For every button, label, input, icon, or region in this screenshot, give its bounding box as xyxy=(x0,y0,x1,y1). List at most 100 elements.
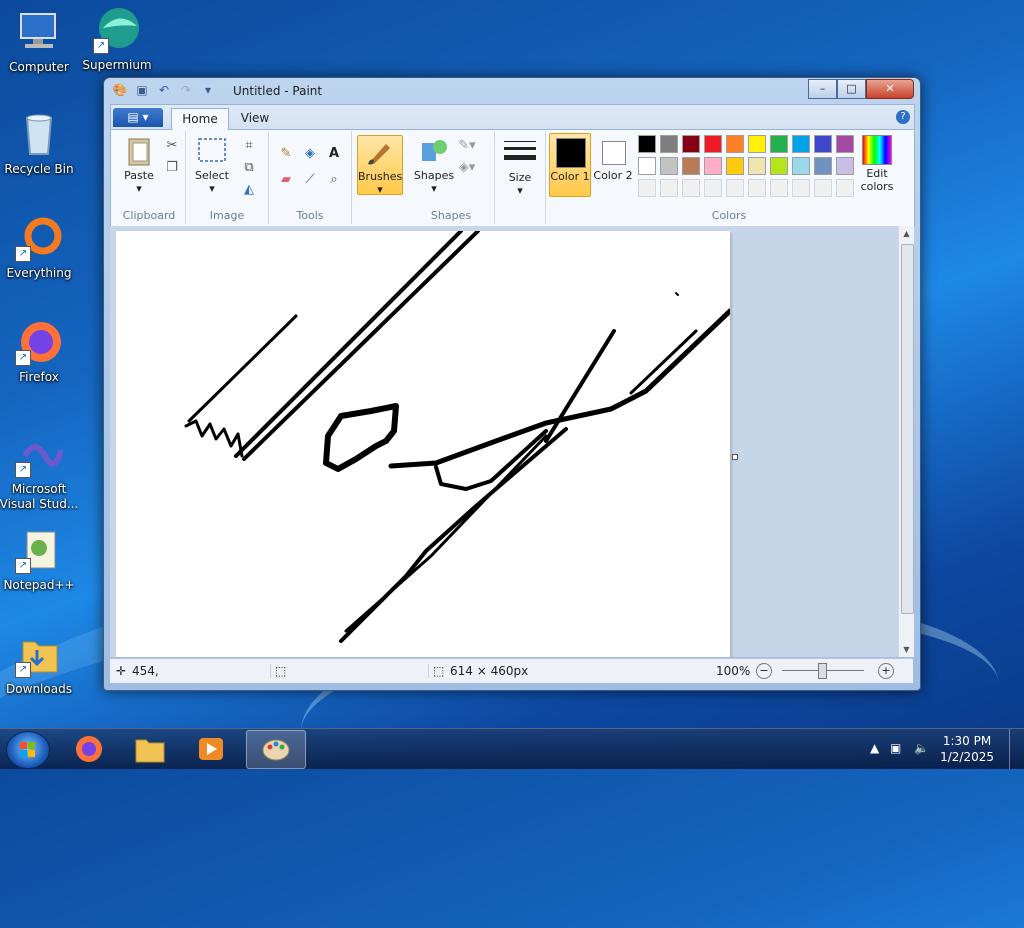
desktop-icon-notepadpp[interactable]: ↗ Notepad++ xyxy=(0,526,81,593)
tab-view[interactable]: View xyxy=(233,108,277,129)
paste-button[interactable]: Paste ▾ xyxy=(119,135,159,195)
taskbar-clock[interactable]: 1:30 PM 1/2/2025 xyxy=(940,733,994,765)
eraser-icon[interactable]: ▰ xyxy=(277,171,295,189)
desktop-icon-visual-studio[interactable]: ↗ Microsoft Visual Stud... xyxy=(0,430,81,512)
palette-swatch[interactable] xyxy=(748,135,766,153)
palette-swatch[interactable] xyxy=(682,179,700,197)
palette-swatch[interactable] xyxy=(726,157,744,175)
network-icon[interactable]: ▣ xyxy=(890,741,901,755)
palette-swatch[interactable] xyxy=(726,135,744,153)
palette-swatch[interactable] xyxy=(792,135,810,153)
vertical-scrollbar[interactable]: ▲ ▼ xyxy=(898,226,914,657)
desktop-icon-supermium[interactable]: ↗ Supermium xyxy=(75,6,159,73)
stroke-line xyxy=(629,329,698,395)
palette-swatch[interactable] xyxy=(638,135,656,153)
desktop-icon-recycle-bin[interactable]: Recycle Bin xyxy=(0,110,81,177)
taskbar-media-player[interactable] xyxy=(182,730,240,767)
desktop-icon-label: Supermium xyxy=(82,58,152,72)
taskbar-paint[interactable] xyxy=(246,730,306,769)
pencil-icon[interactable]: ✎ xyxy=(277,145,295,163)
media-player-icon xyxy=(199,738,223,760)
taskbar-explorer[interactable] xyxy=(121,730,179,767)
palette-swatch[interactable] xyxy=(638,179,656,197)
group-label: Shapes xyxy=(430,209,472,222)
palette-swatch[interactable] xyxy=(748,157,766,175)
color1-button[interactable]: Color 1 xyxy=(549,133,591,197)
help-icon[interactable]: ? xyxy=(896,110,910,124)
palette-swatch[interactable] xyxy=(704,135,722,153)
image-size-icon: ⬚ xyxy=(428,664,444,678)
resize-icon[interactable]: ⧉ xyxy=(240,159,258,177)
select-button[interactable]: Select ▾ xyxy=(192,135,232,195)
palette-swatch[interactable] xyxy=(792,179,810,197)
palette-swatch[interactable] xyxy=(682,157,700,175)
window-title: Untitled - Paint xyxy=(233,84,323,98)
zoom-slider-thumb[interactable] xyxy=(818,663,827,679)
zoom-in-button[interactable]: + xyxy=(878,663,894,679)
copy-icon[interactable]: ❐ xyxy=(163,159,181,177)
scroll-down-icon[interactable]: ▼ xyxy=(899,642,914,657)
maximize-button[interactable]: □ xyxy=(837,79,866,99)
color2-button[interactable]: Color 2 xyxy=(593,133,633,195)
desktop-icon-downloads[interactable]: ↗ Downloads xyxy=(0,630,81,697)
magnifier-icon[interactable]: ⌕ xyxy=(325,171,343,189)
undo-icon[interactable]: ↶ xyxy=(156,82,172,98)
title-bar[interactable]: 🎨 ▣ ↶ ↷ ▾ Untitled - Paint – □ ✕ xyxy=(104,78,920,104)
rotate-icon[interactable]: ◭ xyxy=(240,181,258,199)
stroke-dot xyxy=(675,292,679,296)
canvas-resize-handle[interactable] xyxy=(732,454,738,460)
start-button[interactable] xyxy=(6,731,50,769)
palette-swatch[interactable] xyxy=(792,157,810,175)
palette-swatch[interactable] xyxy=(704,179,722,197)
tab-home[interactable]: Home xyxy=(171,108,229,130)
desktop-icon-label: Microsoft Visual Stud... xyxy=(0,482,79,511)
redo-icon[interactable]: ↷ xyxy=(178,82,194,98)
palette-swatch[interactable] xyxy=(704,157,722,175)
volume-muted-icon[interactable]: 🔈 xyxy=(914,741,929,755)
palette-swatch[interactable] xyxy=(726,179,744,197)
scroll-thumb[interactable] xyxy=(901,244,914,614)
color-picker-icon[interactable]: ⟋ xyxy=(301,171,319,189)
shapes-group: Shapes ▾ ✎▾ ◈▾ Shapes xyxy=(408,131,495,224)
cut-icon[interactable]: ✂ xyxy=(163,137,181,155)
palette-swatch[interactable] xyxy=(770,157,788,175)
file-menu-button[interactable]: ▤ ▾ xyxy=(113,108,163,127)
minimize-button[interactable]: – xyxy=(808,79,837,99)
desktop-icon-firefox[interactable]: ↗ Firefox xyxy=(0,318,81,385)
paint-app-icon[interactable]: 🎨 xyxy=(112,82,128,98)
shape-fill-icon[interactable]: ◈▾ xyxy=(458,159,476,177)
palette-swatch[interactable] xyxy=(660,135,678,153)
palette-swatch[interactable] xyxy=(682,135,700,153)
outline-icon[interactable]: ✎▾ xyxy=(458,137,476,155)
fill-icon[interactable]: ◈ xyxy=(301,145,319,163)
palette-swatch[interactable] xyxy=(660,157,678,175)
palette-swatch[interactable] xyxy=(748,179,766,197)
scroll-up-icon[interactable]: ▲ xyxy=(899,226,914,241)
palette-swatch[interactable] xyxy=(814,135,832,153)
palette-swatch[interactable] xyxy=(770,179,788,197)
stroke-line xyxy=(242,229,480,461)
close-button[interactable]: ✕ xyxy=(866,79,914,99)
palette-swatch[interactable] xyxy=(814,179,832,197)
palette-swatch[interactable] xyxy=(660,179,678,197)
show-hidden-icons[interactable]: ▲ xyxy=(870,741,879,755)
brushes-button[interactable]: Brushes ▾ xyxy=(357,135,403,196)
text-icon[interactable]: A xyxy=(325,145,343,163)
palette-swatch[interactable] xyxy=(638,157,656,175)
size-button[interactable]: Size ▾ xyxy=(499,137,541,197)
ribbon: ▤ ▾ Home View ? Paste ▾ ✂ ❐ Clipboard Se… xyxy=(110,104,915,227)
crop-icon[interactable]: ⌗ xyxy=(240,137,258,155)
desktop-icon-everything[interactable]: ↗ Everything xyxy=(0,214,81,281)
drawing-canvas[interactable] xyxy=(116,229,733,657)
show-desktop-button[interactable] xyxy=(1009,729,1024,769)
save-icon[interactable]: ▣ xyxy=(134,82,150,98)
palette-swatch[interactable] xyxy=(770,135,788,153)
customize-qat-icon[interactable]: ▾ xyxy=(200,82,216,98)
zoom-out-button[interactable]: − xyxy=(756,663,772,679)
desktop-icon-computer[interactable]: Computer xyxy=(0,8,81,75)
taskbar-firefox[interactable] xyxy=(60,730,118,767)
visual-studio-icon: ↗ xyxy=(15,430,64,478)
shapes-button[interactable]: Shapes ▾ xyxy=(412,135,456,195)
edit-colors-button[interactable]: Edit colors xyxy=(852,135,902,193)
palette-swatch[interactable] xyxy=(814,157,832,175)
